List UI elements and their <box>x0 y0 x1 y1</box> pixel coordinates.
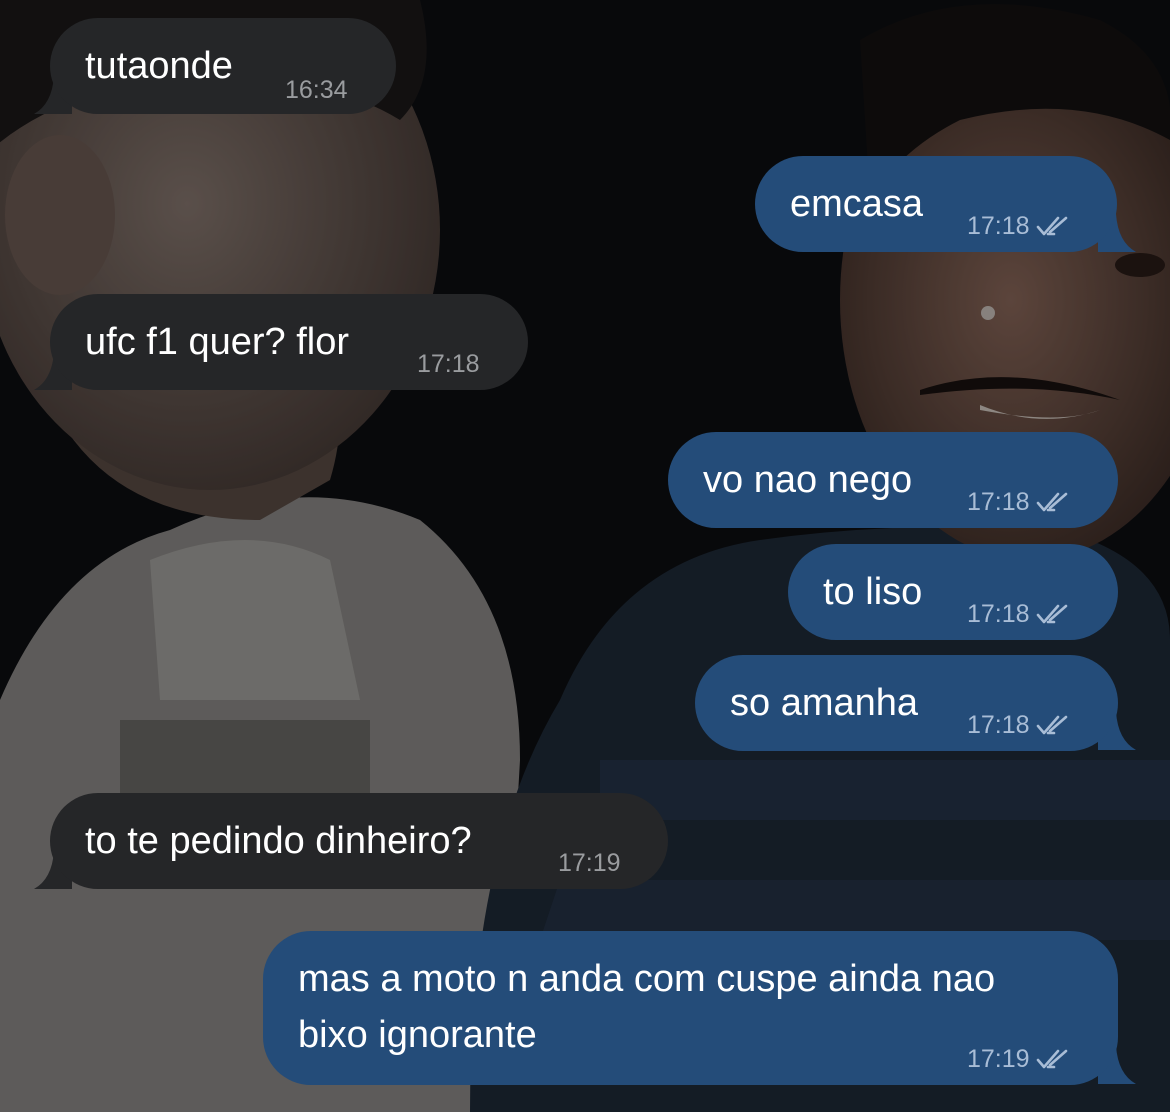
message-time: 17:19 <box>967 1045 1030 1073</box>
message-time: 17:19 <box>558 849 621 877</box>
message-time: 17:18 <box>967 488 1030 516</box>
double-check-icon <box>1036 603 1070 625</box>
message-meta: 17:19 <box>967 1044 1070 1074</box>
message-text: so amanha <box>730 682 919 724</box>
message-meta: 17:18 <box>967 599 1070 629</box>
message-text: vo nao nego <box>703 459 913 501</box>
message-meta: 17:18 <box>967 211 1070 241</box>
double-check-icon <box>1036 1048 1070 1070</box>
double-check-icon <box>1036 491 1070 513</box>
message-text: to te pedindo dinheiro? <box>85 820 472 862</box>
double-check-icon <box>1036 714 1070 736</box>
message-time: 17:18 <box>417 350 480 378</box>
message-time: 17:18 <box>967 212 1030 240</box>
outgoing-message[interactable]: vo nao nego 17:18 <box>668 432 1118 528</box>
message-meta: 17:18 <box>967 710 1070 740</box>
double-check-icon <box>1036 215 1070 237</box>
message-time: 17:18 <box>967 600 1030 628</box>
outgoing-message[interactable]: mas a moto n anda com cuspe ainda nao bi… <box>263 931 1118 1085</box>
outgoing-message[interactable]: emcasa 17:18 <box>755 156 1117 252</box>
outgoing-message[interactable]: so amanha 17:18 <box>695 655 1118 751</box>
incoming-message[interactable]: tutaonde 16:34 <box>50 18 396 114</box>
message-text: mas a moto n anda com cuspe ainda nao bi… <box>298 958 996 1056</box>
message-text: ufc f1 quer? flor <box>85 321 350 363</box>
incoming-message[interactable]: ufc f1 quer? flor 17:18 <box>50 294 528 390</box>
message-text: tutaonde <box>85 45 233 87</box>
message-text: to liso <box>823 571 923 613</box>
outgoing-message[interactable]: to liso 17:18 <box>788 544 1118 640</box>
message-list[interactable]: tutaonde 16:34 emcasa 17:18 ufc f1 quer?… <box>0 0 1170 1112</box>
incoming-message[interactable]: to te pedindo dinheiro? 17:19 <box>50 793 668 889</box>
message-meta: 17:18 <box>967 487 1070 517</box>
message-time: 16:34 <box>285 76 348 104</box>
message-time: 17:18 <box>967 711 1030 739</box>
message-text: emcasa <box>790 183 924 225</box>
